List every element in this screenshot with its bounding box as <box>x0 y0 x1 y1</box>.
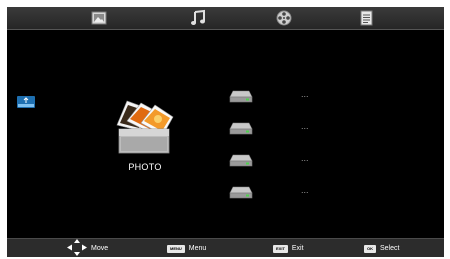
text-tab-icon[interactable] <box>357 9 375 27</box>
media-type-bar <box>7 7 444 30</box>
photo-label: PHOTO <box>128 162 162 172</box>
move-label: Move <box>91 245 109 252</box>
drive-name: ... <box>301 121 309 131</box>
ok-key-icon: OK <box>364 244 376 253</box>
drive-icon <box>229 153 253 167</box>
drive-name: ... <box>301 185 309 195</box>
select-label: Select <box>380 245 400 252</box>
exit-label: Exit <box>291 245 304 252</box>
drive-name: ... <box>301 153 309 163</box>
drive-icon <box>229 121 253 135</box>
music-tab-icon[interactable] <box>189 9 207 27</box>
usb-device-icon[interactable] <box>17 95 35 108</box>
menu-label: Menu <box>188 245 207 252</box>
drive-icon <box>229 89 253 103</box>
move-hint: Move <box>67 239 108 257</box>
list-item[interactable]: ... <box>229 185 329 199</box>
photo-folder-icon[interactable] <box>111 97 181 157</box>
list-item[interactable]: ... <box>229 153 329 167</box>
exit-key-icon: EXIT <box>273 244 288 253</box>
exit-hint: EXIT Exit <box>273 239 304 257</box>
movie-tab-icon[interactable] <box>275 9 293 27</box>
menu-hint: MENU Menu <box>167 239 206 257</box>
list-item[interactable]: ... <box>229 121 329 135</box>
key-hint-bar: Move MENU Menu EXIT Exit OK Select <box>7 238 444 257</box>
list-item[interactable]: ... <box>229 89 329 103</box>
dpad-arrows-icon <box>67 239 87 257</box>
select-hint: OK Select <box>364 239 399 257</box>
menu-key-icon: MENU <box>167 244 185 253</box>
drive-name: ... <box>301 89 309 99</box>
media-browser-screen: PHOTO ... ... ... ... Move MENU Menu EXI… <box>7 7 444 257</box>
photo-tab-icon[interactable] <box>90 9 108 27</box>
drive-icon <box>229 185 253 199</box>
